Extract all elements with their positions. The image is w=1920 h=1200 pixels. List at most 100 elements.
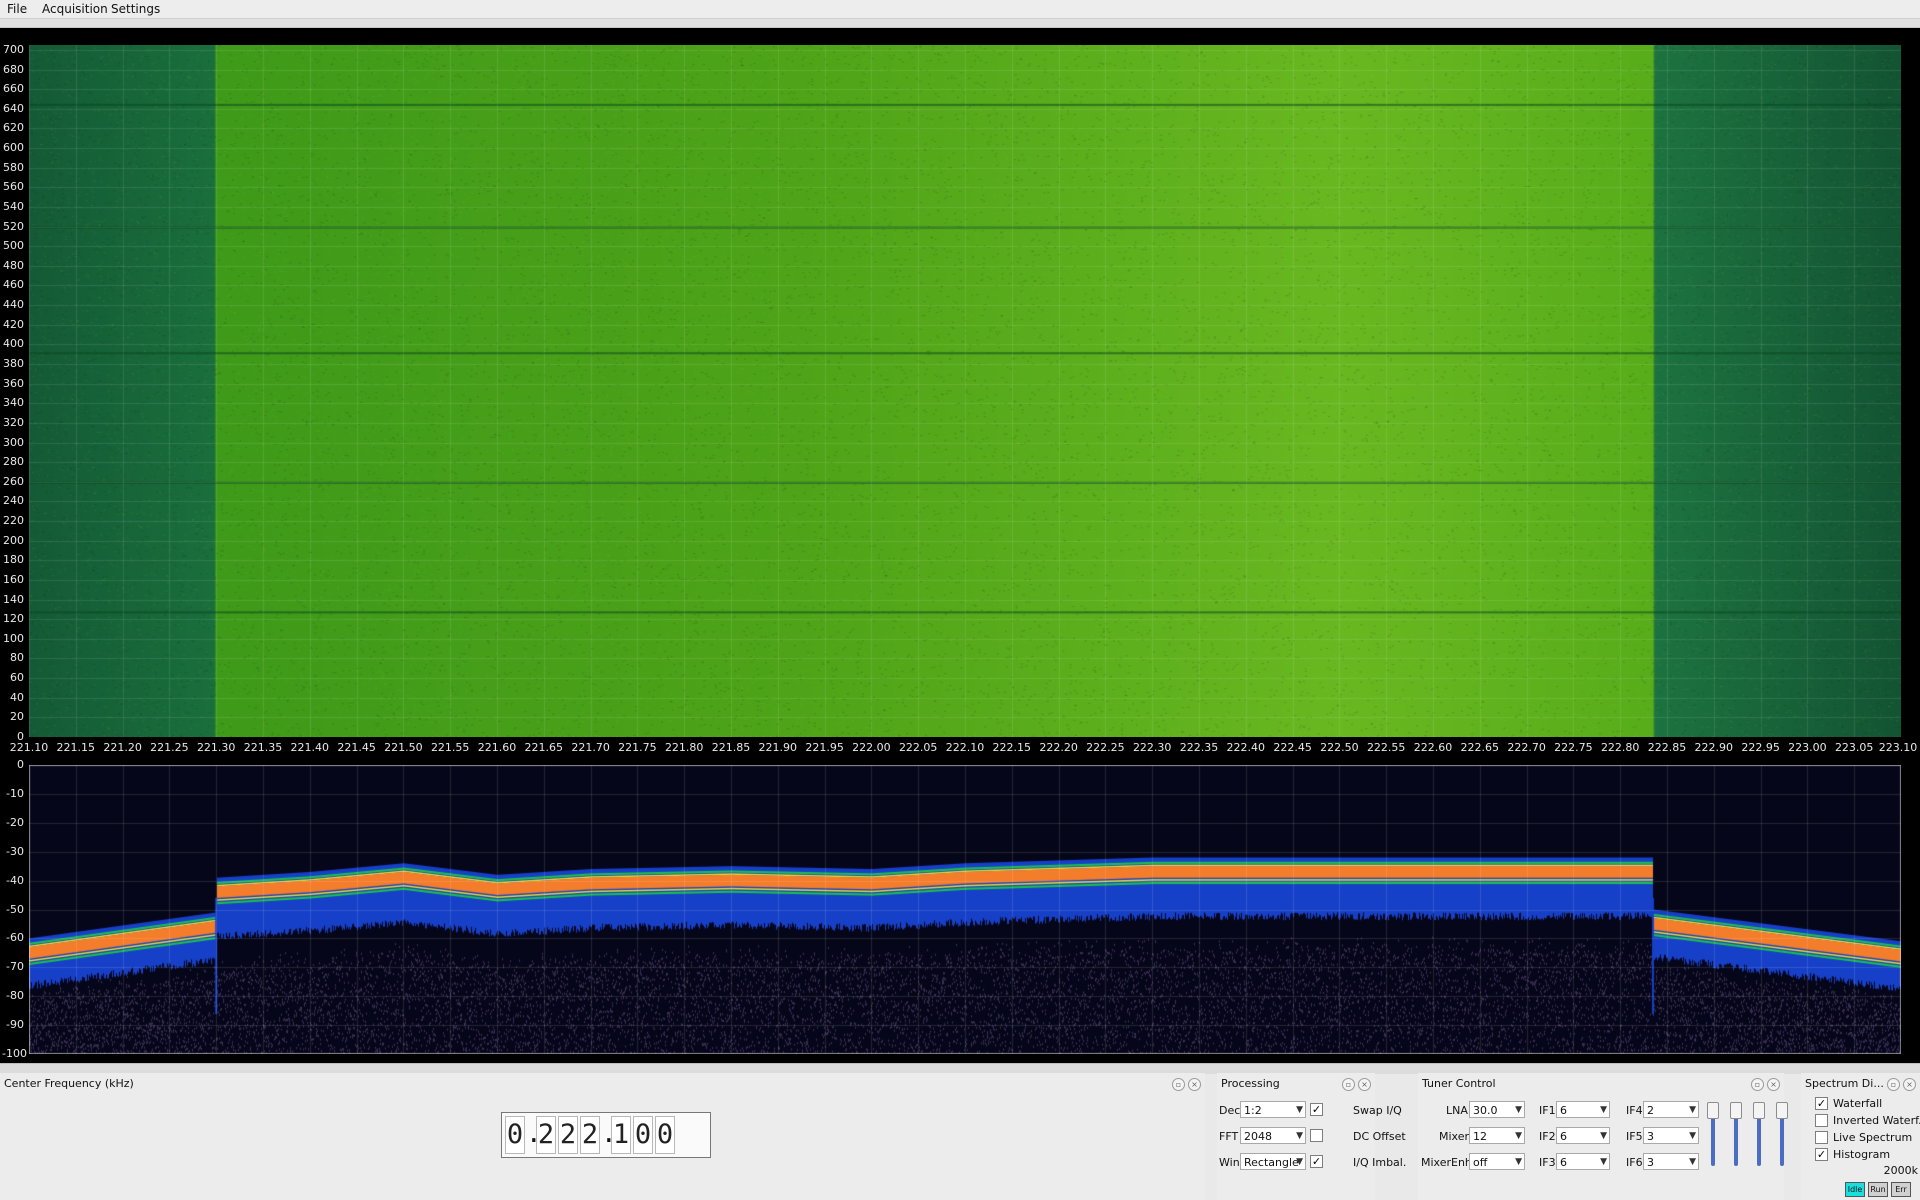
spectrum-y-tick: -70 (6, 960, 24, 974)
dc-offset-checkbox[interactable] (1310, 1129, 1323, 1142)
spectrum-y-tick: -50 (6, 902, 24, 916)
plots-panel: 700 680 660 640 620 600 580 560 540 520 500 480 460 4… (0, 28, 1920, 1063)
swap-iq-checkbox[interactable]: ✓ (1310, 1103, 1323, 1116)
iq-imbal-checkbox[interactable]: ✓ (1310, 1155, 1323, 1168)
win-select[interactable]: Rectangle ▼ (1240, 1153, 1306, 1170)
close-icon[interactable]: × (1188, 1078, 1201, 1091)
freq-digit[interactable]: 0 (505, 1116, 525, 1154)
frequency-tick: 221.10 (9, 741, 49, 754)
if4-value: 2 (1647, 1104, 1654, 1117)
if6-label: IF6 (1626, 1156, 1643, 1169)
freq-digit[interactable]: 2 (558, 1116, 578, 1154)
waterfall-y-tick: 180 (3, 553, 24, 567)
frequency-tick: 221.80 (664, 741, 704, 754)
histogram-checkbox[interactable]: ✓ (1815, 1148, 1828, 1161)
frequency-tick: 221.35 (243, 741, 283, 754)
waterfall-label: Waterfall (1833, 1097, 1883, 1110)
waterfall-y-tick: 680 (3, 62, 24, 76)
spectrum-y-tick: -60 (6, 931, 24, 945)
frequency-tick: 222.65 (1460, 741, 1500, 754)
slider-thumb[interactable] (1753, 1102, 1765, 1119)
if2-label: IF2 (1539, 1130, 1556, 1143)
mixer-select[interactable]: 12 ▼ (1469, 1127, 1525, 1144)
freq-digit[interactable]: 1 (611, 1116, 631, 1154)
frequency-tick: 222.85 (1647, 741, 1687, 754)
close-icon[interactable]: × (1358, 1078, 1371, 1091)
live-spectrum-checkbox[interactable] (1815, 1131, 1828, 1144)
frequency-tick: 222.80 (1600, 741, 1640, 754)
frequency-tick: 223.05 (1834, 741, 1874, 754)
frequency-tick: 222.20 (1039, 741, 1078, 754)
if2-value: 6 (1560, 1130, 1567, 1143)
float-icon[interactable]: ▫ (1342, 1078, 1355, 1091)
frequency-tick: 222.35 (1179, 741, 1219, 754)
gain-slider[interactable] (1707, 1102, 1719, 1166)
waterfall-plot[interactable] (29, 45, 1901, 737)
toolbar-separator (0, 19, 1920, 28)
mixerenh-select[interactable]: off ▼ (1469, 1153, 1525, 1170)
frequency-tick: 222.30 (1132, 741, 1172, 754)
float-icon[interactable]: ▫ (1887, 1078, 1900, 1091)
center-frequency-dock: Center Frequency (kHz) ▫ × 0 . 2 2 2 . 1 … (0, 1073, 1205, 1200)
freq-digit[interactable]: 0 (655, 1116, 675, 1154)
frequency-tick: 221.90 (758, 741, 798, 754)
waterfall-y-tick: 480 (3, 258, 24, 272)
waterfall-checkbox[interactable]: ✓ (1815, 1097, 1828, 1110)
frequency-tick: 221.50 (384, 741, 423, 754)
tuner-control-title: Tuner Control (1422, 1077, 1496, 1090)
gain-slider[interactable] (1776, 1102, 1788, 1166)
spectrum-y-tick: -40 (6, 873, 24, 887)
float-icon[interactable]: ▫ (1751, 1078, 1764, 1091)
slider-thumb[interactable] (1730, 1102, 1742, 1119)
mixerenh-value: off (1473, 1156, 1488, 1169)
frequency-tick: 221.45 (337, 741, 376, 754)
waterfall-y-tick: 260 (3, 474, 24, 488)
menu-acquisition[interactable]: Acquisition (42, 2, 108, 16)
gain-slider[interactable] (1753, 1102, 1765, 1166)
menu-settings[interactable]: Settings (111, 2, 160, 16)
frequency-tick: 221.60 (477, 741, 517, 754)
lna-value: 30.0 (1473, 1104, 1498, 1117)
freq-digit[interactable]: 2 (536, 1116, 556, 1154)
freq-digit[interactable]: 2 (580, 1116, 600, 1154)
if5-select[interactable]: 3 ▼ (1643, 1127, 1699, 1144)
spectrum-plot[interactable] (29, 765, 1901, 1054)
slider-thumb[interactable] (1707, 1102, 1719, 1119)
close-icon[interactable]: × (1767, 1078, 1780, 1091)
dec-select[interactable]: 1:2 ▼ (1240, 1101, 1306, 1118)
if3-value: 6 (1560, 1156, 1567, 1169)
waterfall-y-tick: 100 (3, 631, 24, 645)
if3-label: IF3 (1539, 1156, 1556, 1169)
frequency-tick: 221.25 (150, 741, 189, 754)
float-icon[interactable]: ▫ (1172, 1078, 1185, 1091)
fft-value: 2048 (1244, 1130, 1272, 1143)
waterfall-y-tick: 600 (3, 141, 24, 155)
if6-select[interactable]: 3 ▼ (1643, 1153, 1699, 1170)
menu-bar: File Acquisition Settings (0, 0, 1920, 19)
frequency-tick: 221.40 (290, 741, 330, 754)
waterfall-y-tick: 500 (3, 239, 24, 253)
inverted-waterfall-checkbox[interactable] (1815, 1114, 1828, 1127)
frequency-tick: 221.30 (196, 741, 236, 754)
waterfall-y-tick: 640 (3, 101, 24, 115)
swap-iq-label: Swap I/Q (1353, 1104, 1402, 1117)
frequency-display[interactable]: 0 . 2 2 2 . 1 0 0 (501, 1112, 711, 1158)
if1-select[interactable]: 6 ▼ (1556, 1101, 1610, 1118)
if4-select[interactable]: 2 ▼ (1643, 1101, 1699, 1118)
fft-select[interactable]: 2048 ▼ (1240, 1127, 1306, 1144)
waterfall-y-tick: 200 (3, 533, 24, 547)
close-icon[interactable]: × (1903, 1078, 1916, 1091)
freq-digit[interactable]: 0 (633, 1116, 653, 1154)
slider-thumb[interactable] (1776, 1102, 1788, 1119)
waterfall-y-tick: 520 (3, 219, 24, 233)
waterfall-y-tick: 280 (3, 455, 24, 469)
inverted-waterfall-label: Inverted Waterf. (1833, 1114, 1920, 1127)
waterfall-y-tick: 60 (10, 671, 24, 685)
if3-select[interactable]: 6 ▼ (1556, 1153, 1610, 1170)
menu-file[interactable]: File (7, 2, 27, 16)
win-label: Win (1219, 1156, 1240, 1169)
frequency-tick: 221.85 (711, 741, 751, 754)
if2-select[interactable]: 6 ▼ (1556, 1127, 1610, 1144)
gain-slider[interactable] (1730, 1102, 1742, 1166)
lna-select[interactable]: 30.0 ▼ (1469, 1101, 1525, 1118)
